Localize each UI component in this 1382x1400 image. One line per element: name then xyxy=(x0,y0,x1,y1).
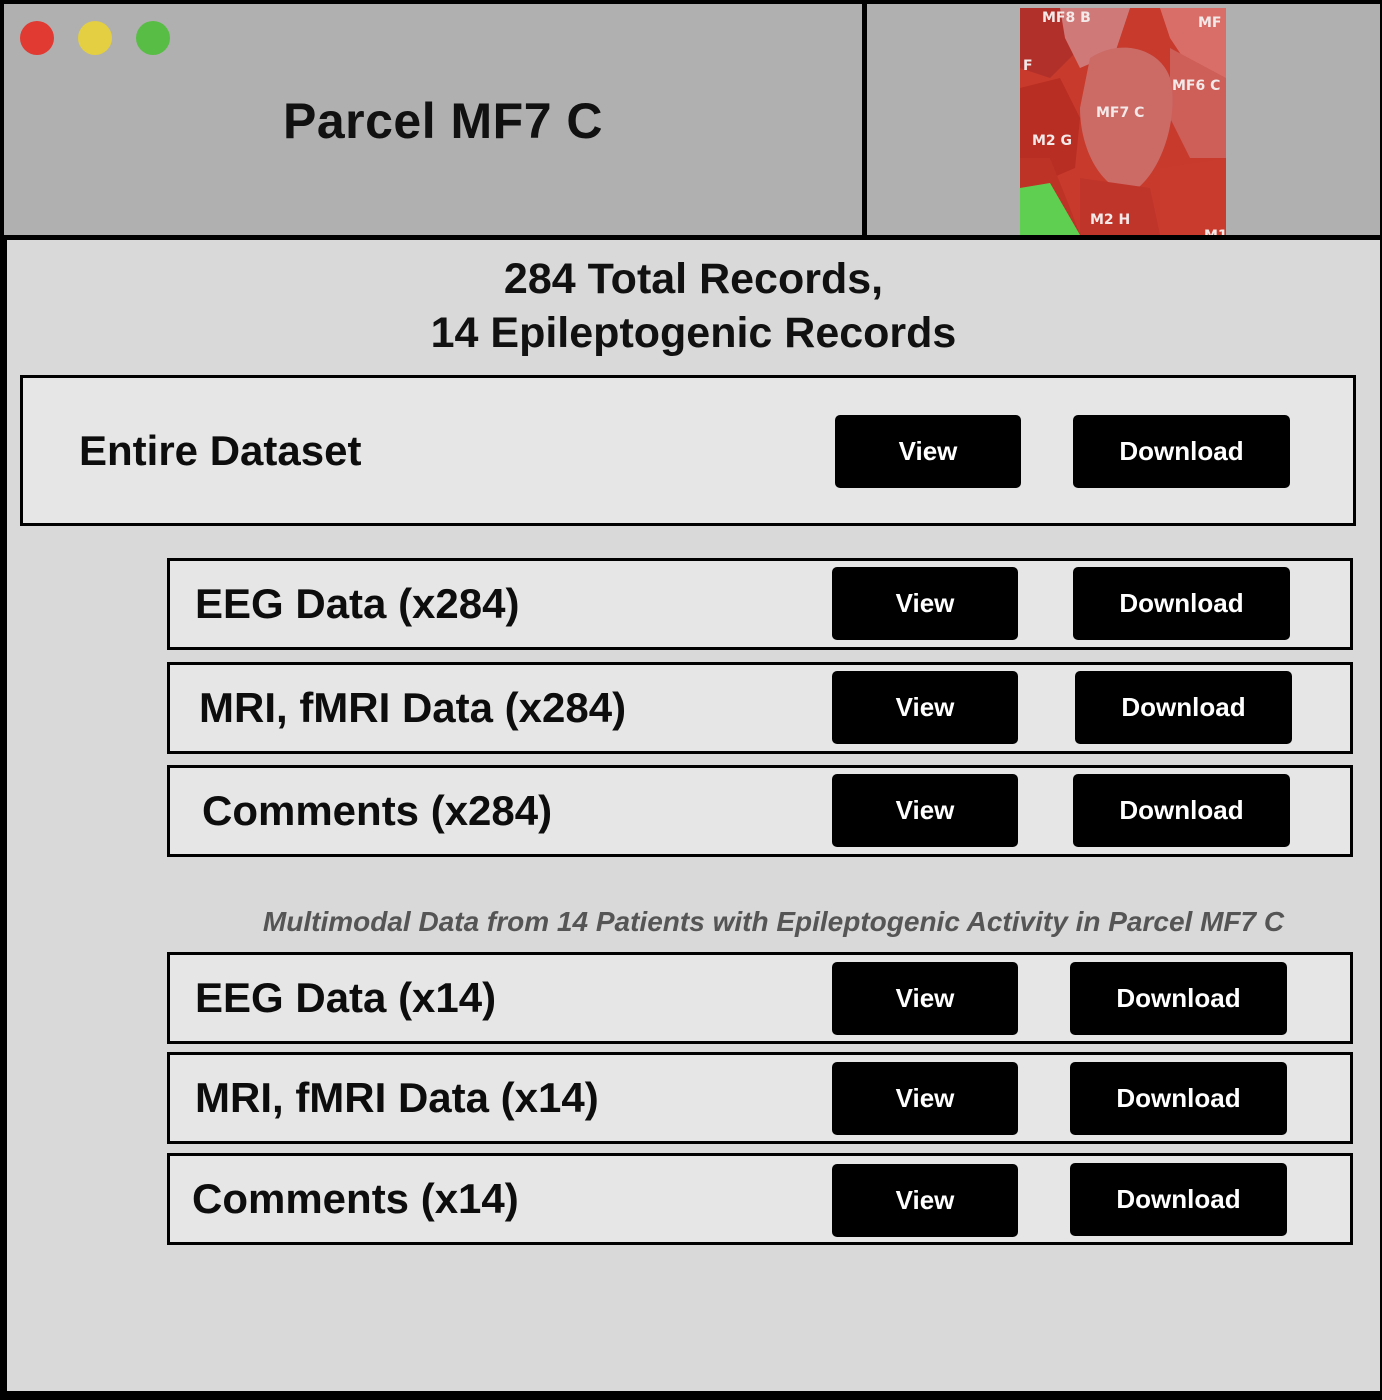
comments-epileptogenic-download-button[interactable]: Download xyxy=(1070,1163,1287,1236)
eeg-data-all-row: EEG Data (x284) View Download xyxy=(167,558,1353,650)
brain-parcel-image: MF8 B MF F MF6 C MF7 C M2 G M2 H M1 xyxy=(1020,8,1226,235)
mri-data-epileptogenic-label: MRI, fMRI Data (x14) xyxy=(195,1074,599,1121)
eeg-data-epileptogenic-label: EEG Data (x14) xyxy=(195,974,497,1021)
page-title: Parcel MF7 C xyxy=(282,93,603,149)
comments-all-label: Comments (x284) xyxy=(202,787,553,834)
eeg-data-epileptogenic-row: EEG Data (x14) View Download xyxy=(167,952,1353,1044)
thumb-label-m2g: M2 G xyxy=(1032,133,1072,149)
minimize-window-button[interactable] xyxy=(78,21,112,55)
comments-epileptogenic-row: Comments (x14) View Download xyxy=(167,1153,1353,1245)
eeg-data-epileptogenic-view-button[interactable]: View xyxy=(832,962,1018,1035)
comments-all-view-button[interactable]: View xyxy=(832,774,1018,847)
thumb-label-mf: MF xyxy=(1198,15,1222,31)
comments-all-download-button[interactable]: Download xyxy=(1073,774,1290,847)
mri-data-all-download-button[interactable]: Download xyxy=(1075,671,1292,744)
thumb-label-m1: M1 xyxy=(1204,228,1226,235)
mri-data-all-label: MRI, fMRI Data (x284) xyxy=(199,684,627,731)
records-summary: 284 Total Records, 14 Epileptogenic Reco… xyxy=(7,252,1380,360)
thumb-label-mf6c: MF6 C xyxy=(1172,78,1220,94)
brain-parcel-thumbnail[interactable]: MF8 B MF F MF6 C MF7 C M2 G M2 H M1 xyxy=(1020,8,1226,235)
comments-epileptogenic-label: Comments (x14) xyxy=(192,1175,519,1222)
mri-data-all-view-button[interactable]: View xyxy=(832,671,1018,744)
eeg-data-all-download-button[interactable]: Download xyxy=(1073,567,1290,640)
thumb-label-mf8b: MF8 B xyxy=(1042,10,1091,26)
entire-dataset-label: Entire Dataset xyxy=(79,426,362,474)
maximize-window-button[interactable] xyxy=(136,21,170,55)
comments-epileptogenic-view-button[interactable]: View xyxy=(832,1164,1018,1237)
entire-dataset-row: Entire Dataset View Download xyxy=(20,375,1356,526)
comments-all-row: Comments (x284) View Download xyxy=(167,765,1353,857)
mri-data-epileptogenic-view-button[interactable]: View xyxy=(832,1062,1018,1135)
mri-data-all-row: MRI, fMRI Data (x284) View Download xyxy=(167,662,1353,754)
thumb-label-f: F xyxy=(1023,58,1033,74)
total-records-text: 284 Total Records, xyxy=(503,255,884,303)
epileptogenic-records-text: 14 Epileptogenic Records xyxy=(430,309,957,357)
thumb-label-mf7c: MF7 C xyxy=(1096,105,1144,121)
entire-dataset-download-button[interactable]: Download xyxy=(1073,415,1290,488)
thumb-label-m2h: M2 H xyxy=(1090,212,1130,228)
close-window-button[interactable] xyxy=(20,21,54,55)
thumbnail-panel: MF8 B MF F MF6 C MF7 C M2 G M2 H M1 xyxy=(867,4,1380,235)
eeg-data-all-view-button[interactable]: View xyxy=(832,567,1018,640)
mri-data-epileptogenic-download-button[interactable]: Download xyxy=(1070,1062,1287,1135)
title-bar: Parcel MF7 C xyxy=(4,4,862,235)
eeg-data-all-label: EEG Data (x284) xyxy=(195,580,520,627)
entire-dataset-view-button[interactable]: View xyxy=(835,415,1021,488)
mri-data-epileptogenic-row: MRI, fMRI Data (x14) View Download xyxy=(167,1052,1353,1144)
eeg-data-epileptogenic-download-button[interactable]: Download xyxy=(1070,962,1287,1035)
epileptogenic-section-caption: Multimodal Data from 14 Patients with Ep… xyxy=(262,906,1285,937)
main-panel: 284 Total Records, 14 Epileptogenic Reco… xyxy=(7,240,1380,1391)
